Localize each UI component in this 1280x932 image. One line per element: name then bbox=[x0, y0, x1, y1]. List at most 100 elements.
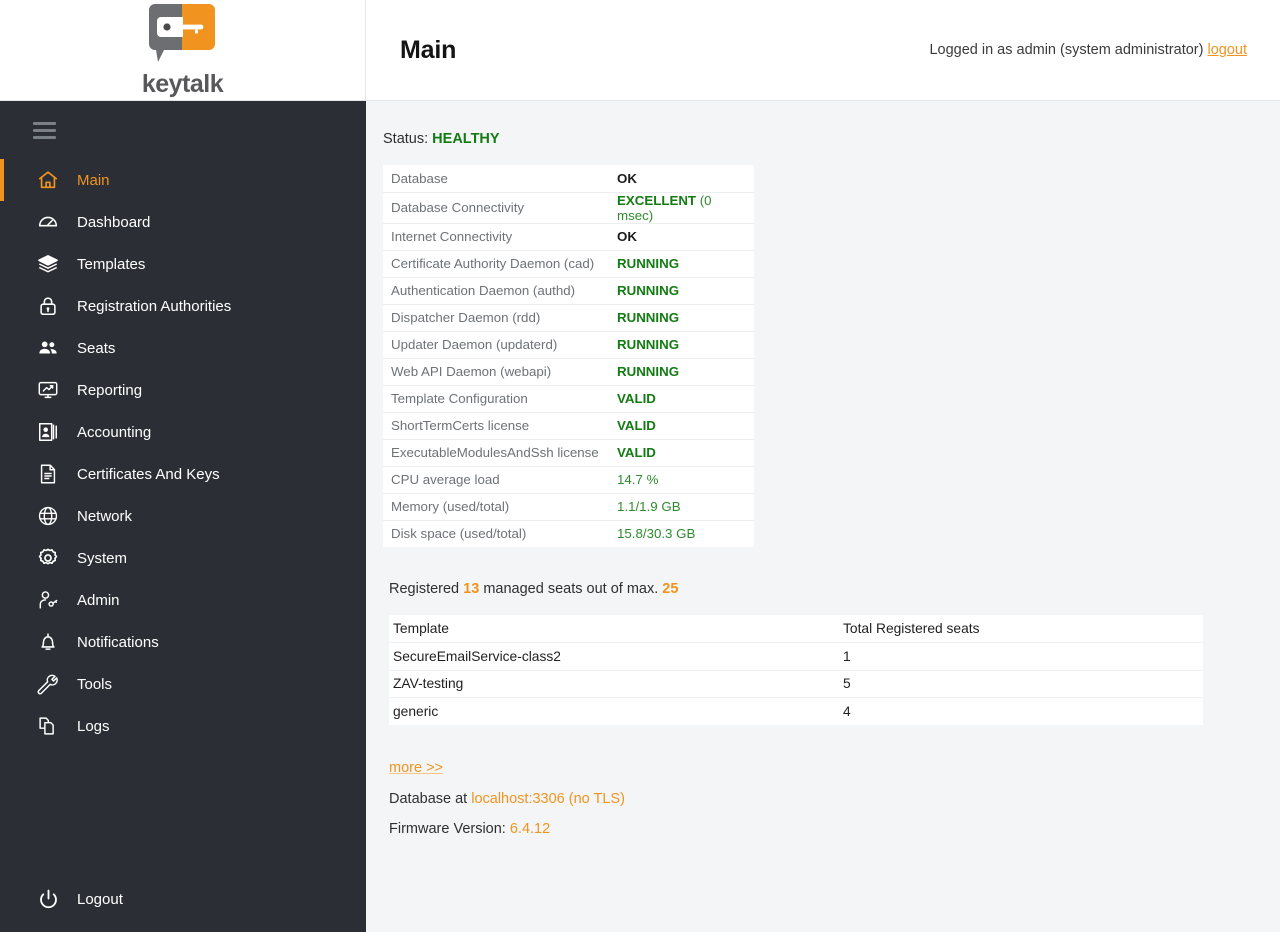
templates-table: Template Total Registered seats SecureEm… bbox=[389, 615, 1203, 725]
table-row: generic 4 bbox=[389, 698, 1203, 726]
status-key: Dispatcher Daemon (rdd) bbox=[383, 304, 613, 332]
seats-max-count: 25 bbox=[662, 581, 679, 597]
id-card-icon bbox=[33, 417, 63, 447]
menu-toggle-button[interactable] bbox=[0, 101, 366, 159]
gear-icon bbox=[33, 543, 63, 573]
sidebar-item-network[interactable]: Network bbox=[0, 495, 366, 537]
table-row: ExecutableModulesAndSsh license VALID bbox=[383, 439, 754, 467]
sidebar-item-label: Seats bbox=[77, 339, 116, 357]
table-header-row: Template Total Registered seats bbox=[389, 615, 1203, 643]
table-row: Web API Daemon (webapi) RUNNING bbox=[383, 358, 754, 386]
table-row: Certificate Authority Daemon (cad) RUNNIN… bbox=[383, 250, 754, 278]
sidebar-item-label: Registration Authorities bbox=[77, 297, 232, 315]
sidebar-item-logs[interactable]: Logs bbox=[0, 705, 366, 747]
seats-middle: managed seats out of max. bbox=[483, 581, 659, 597]
sidebar-item-dashboard[interactable]: Dashboard bbox=[0, 201, 366, 243]
status-value-text: RUNNING bbox=[617, 337, 680, 352]
templates-table-head: Template Total Registered seats bbox=[389, 615, 1203, 643]
brand-name: keytalk bbox=[141, 69, 224, 98]
status-key: Web API Daemon (webapi) bbox=[383, 358, 613, 386]
sidebar-item-main[interactable]: Main bbox=[0, 159, 366, 201]
status-value-text: RUNNING bbox=[617, 364, 680, 379]
cell-template-name: SecureEmailService-class2 bbox=[389, 642, 837, 671]
status-value-text: RUNNING bbox=[617, 310, 680, 325]
status-value: VALID bbox=[613, 439, 754, 467]
status-badge: HEALTHY bbox=[432, 131, 500, 147]
status-key: Template Configuration bbox=[383, 385, 613, 413]
layers-icon bbox=[33, 249, 63, 279]
status-key: ExecutableModulesAndSsh license bbox=[383, 439, 613, 467]
status-value: RUNNING bbox=[613, 277, 754, 305]
table-row: CPU average load 14.7 % bbox=[383, 466, 754, 494]
sidebar-item-reporting[interactable]: Reporting bbox=[0, 369, 366, 411]
sidebar-item-accounting[interactable]: Accounting bbox=[0, 411, 366, 453]
status-key: Database bbox=[383, 165, 613, 193]
status-key: CPU average load bbox=[383, 466, 613, 494]
table-row: Internet Connectivity OK bbox=[383, 223, 754, 251]
status-value: RUNNING bbox=[613, 331, 754, 359]
table-row: ZAV-testing 5 bbox=[389, 670, 1203, 698]
user-key-icon bbox=[33, 585, 63, 615]
status-value: EXCELLENT (0 msec) bbox=[613, 192, 754, 224]
sidebar-item-registration-authorities[interactable]: Registration Authorities bbox=[0, 285, 366, 327]
status-key: Certificate Authority Daemon (cad) bbox=[383, 250, 613, 278]
content-panel: Status: HEALTHY Database OK Database Conne… bbox=[366, 101, 1280, 932]
lock-icon bbox=[33, 291, 63, 321]
keytalk-logo-icon bbox=[145, 3, 219, 71]
table-row: Dispatcher Daemon (rdd) RUNNING bbox=[383, 304, 754, 332]
cell-registered-seats: 1 bbox=[837, 642, 1203, 671]
status-value-text: RUNNING bbox=[617, 283, 680, 298]
sidebar-item-admin[interactable]: Admin bbox=[0, 579, 366, 621]
status-key: Updater Daemon (updaterd) bbox=[383, 331, 613, 359]
login-text: Logged in as admin (system administrator… bbox=[929, 42, 1204, 58]
top-bar: Main Logged in as admin (system administ… bbox=[366, 0, 1280, 101]
sidebar-item-system[interactable]: System bbox=[0, 537, 366, 579]
status-value-text: VALID bbox=[617, 445, 656, 460]
sidebar-item-label: Certificates And Keys bbox=[77, 465, 220, 483]
sidebar-item-seats[interactable]: Seats bbox=[0, 327, 366, 369]
document-icon bbox=[33, 459, 63, 489]
nav-bottom: Logout bbox=[0, 878, 366, 932]
overall-status: Status: HEALTHY bbox=[383, 131, 1280, 147]
table-row: SecureEmailService-class2 1 bbox=[389, 642, 1203, 671]
status-key: Internet Connectivity bbox=[383, 223, 613, 251]
sidebar-item-notifications[interactable]: Notifications bbox=[0, 621, 366, 663]
sidebar-item-label: System bbox=[77, 549, 128, 567]
cell-registered-seats: 5 bbox=[837, 670, 1203, 698]
sidebar-item-label: Logs bbox=[77, 717, 110, 735]
database-info: Database at localhost:3306 (no TLS) bbox=[389, 791, 1280, 807]
sidebar-item-certificates-and-keys[interactable]: Certificates And Keys bbox=[0, 453, 366, 495]
sidebar-item-label: Notifications bbox=[77, 633, 159, 651]
monitor-chart-icon bbox=[33, 375, 63, 405]
logout-link[interactable]: logout bbox=[1207, 42, 1247, 58]
status-value: RUNNING bbox=[613, 358, 754, 386]
sidebar-item-logout[interactable]: Logout bbox=[0, 878, 366, 920]
status-value: OK bbox=[613, 223, 754, 251]
status-key: Memory (used/total) bbox=[383, 493, 613, 521]
status-key: Authentication Daemon (authd) bbox=[383, 277, 613, 305]
firmware-label: Firmware Version: bbox=[389, 821, 506, 837]
sidebar-item-label: Dashboard bbox=[77, 213, 151, 231]
system-status-table: Database OK Database Connectivity EXCELLENT… bbox=[383, 165, 754, 547]
templates-table-body: SecureEmailService-class2 1 ZAV-testing 5 ge… bbox=[389, 642, 1203, 726]
sidebar-nav: Main Dashboard Templates Registration Au… bbox=[0, 101, 366, 932]
firmware-info: Firmware Version: 6.4.12 bbox=[389, 821, 1280, 837]
seats-registered-count: 13 bbox=[463, 581, 480, 597]
sidebar-item-label: Templates bbox=[77, 255, 146, 273]
sidebar-item-label: Logout bbox=[77, 890, 123, 908]
power-icon bbox=[33, 884, 63, 914]
home-icon bbox=[33, 165, 63, 195]
column-header-seats: Total Registered seats bbox=[837, 615, 1203, 643]
sidebar-item-templates[interactable]: Templates bbox=[0, 243, 366, 285]
brand-logo[interactable]: keytalk bbox=[0, 0, 366, 101]
table-row: Updater Daemon (updaterd) RUNNING bbox=[383, 331, 754, 359]
status-value-text: EXCELLENT bbox=[617, 192, 697, 208]
app-root: keytalk Main Dashboard Templates Registr… bbox=[0, 0, 1280, 932]
status-value: VALID bbox=[613, 412, 754, 440]
table-row: ShortTermCerts license VALID bbox=[383, 412, 754, 440]
sidebar: keytalk Main Dashboard Templates Registr… bbox=[0, 0, 366, 932]
sidebar-item-tools[interactable]: Tools bbox=[0, 663, 366, 705]
wrench-icon bbox=[33, 669, 63, 699]
status-value-text: OK bbox=[617, 170, 637, 186]
more-link[interactable]: more >> bbox=[389, 760, 443, 776]
